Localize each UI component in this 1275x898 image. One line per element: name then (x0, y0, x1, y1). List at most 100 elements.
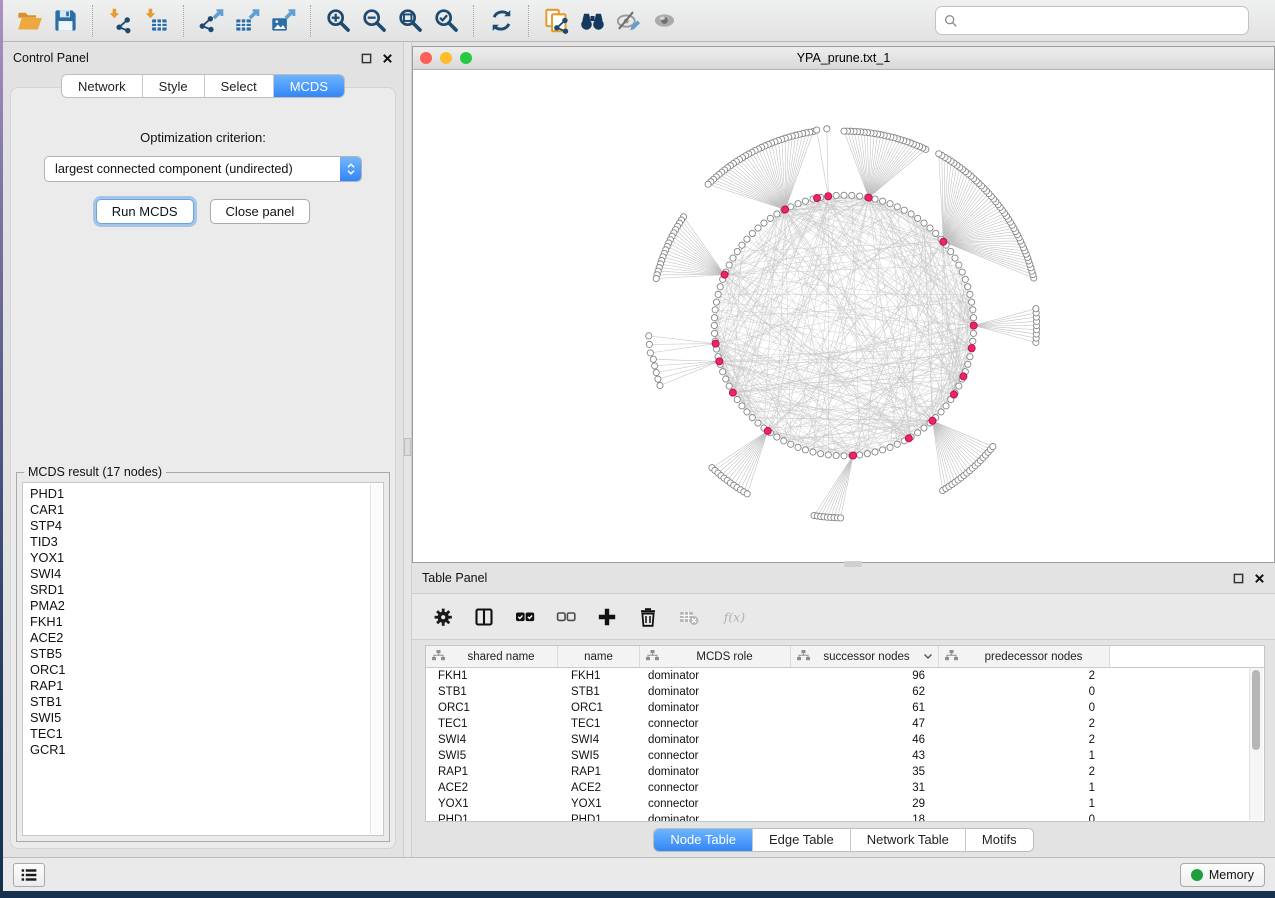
toolbar-separator (92, 5, 93, 37)
mcds-result-item[interactable]: STP4 (30, 518, 383, 534)
table-options-gear-button[interactable] (428, 602, 458, 632)
export-image-button[interactable] (265, 4, 301, 38)
column-header-MCDS-role[interactable]: MCDS role (640, 646, 791, 667)
table-scrollbar-thumb[interactable] (1252, 670, 1260, 750)
table-row[interactable]: STB1STB1dominator620 (426, 684, 1264, 700)
column-header-successor-nodes[interactable]: successor nodes (791, 646, 939, 667)
table-scrollbar[interactable] (1249, 668, 1263, 820)
select-all-columns-button[interactable] (510, 602, 540, 632)
refresh-view-button[interactable] (483, 4, 519, 38)
delete-table-button (674, 602, 704, 632)
cell-MCDS-role: dominator (638, 686, 788, 698)
deselect-all-columns-button[interactable] (551, 602, 581, 632)
horizontal-splitter-handle[interactable] (844, 561, 862, 567)
zoom-out-button[interactable] (356, 4, 392, 38)
table-row[interactable]: PHD1PHD1dominator180 (426, 812, 1264, 822)
tab-mcds[interactable]: MCDS (274, 75, 344, 97)
open-file-icon (16, 7, 43, 34)
binoculars-button[interactable] (574, 4, 610, 38)
mcds-result-item[interactable]: PMA2 (30, 598, 383, 614)
cell-MCDS-role: dominator (638, 670, 788, 682)
network-canvas[interactable] (413, 70, 1274, 562)
mcds-result-item[interactable]: TID3 (30, 534, 383, 550)
export-network-button[interactable] (193, 4, 229, 38)
mcds-result-item[interactable]: YOX1 (30, 550, 383, 566)
tab-style[interactable]: Style (143, 75, 205, 97)
run-mcds-button[interactable]: Run MCDS (96, 199, 194, 224)
mcds-result-item[interactable]: CAR1 (30, 502, 383, 518)
save-session-button[interactable] (47, 4, 83, 38)
close-panel-icon[interactable] (382, 53, 393, 64)
vertical-splitter-handle[interactable] (404, 438, 411, 456)
table-row[interactable]: TEC1TEC1connector472 (426, 716, 1264, 732)
table-row[interactable]: RAP1RAP1dominator352 (426, 764, 1264, 780)
import-table-button[interactable] (138, 4, 174, 38)
mcds-buttons-row: Run MCDS Close panel (96, 199, 310, 224)
zoom-selected-button[interactable] (428, 4, 464, 38)
mcds-result-list[interactable]: PHD1CAR1STP4TID3YOX1SWI4SRD1PMA2FKH1ACE2… (22, 482, 384, 836)
tab-node-table[interactable]: Node Table (654, 829, 753, 851)
mcds-result-item[interactable]: STB5 (30, 646, 383, 662)
control-panel-tab-group: NetworkStyleSelectMCDS (61, 74, 345, 98)
cell-successor-nodes: 43 (788, 750, 935, 762)
search-box[interactable] (935, 6, 1249, 35)
toolbar-separator (473, 5, 474, 37)
column-header-name[interactable]: name (558, 646, 640, 667)
mcds-result-item[interactable]: SWI5 (30, 710, 383, 726)
vertical-splitter[interactable] (403, 42, 412, 857)
show-panels-button[interactable] (13, 863, 45, 887)
float-panel-icon[interactable] (1233, 573, 1244, 584)
criterion-dropdown[interactable]: largest connected component (undirected) (44, 156, 362, 182)
import-network-icon (107, 7, 134, 34)
mcds-result-item[interactable]: SRD1 (30, 582, 383, 598)
horizontal-splitter[interactable] (412, 563, 1275, 566)
mcds-result-item[interactable]: ACE2 (30, 630, 383, 646)
create-column-button[interactable] (592, 602, 622, 632)
search-input[interactable] (964, 12, 1240, 29)
tab-motifs[interactable]: Motifs (966, 829, 1033, 851)
sort-indicator-icon[interactable] (923, 651, 933, 663)
clone-network-button[interactable] (538, 4, 574, 38)
delete-columns-button[interactable] (633, 602, 663, 632)
table-panel: Table Panel f(x) shared namenameMCDS rol… (412, 566, 1275, 857)
show-columns-button[interactable] (469, 602, 499, 632)
hide-graphics-details-button[interactable] (610, 4, 646, 38)
mcds-result-item[interactable]: TEC1 (30, 726, 383, 742)
mcds-result-item[interactable]: GCR1 (30, 742, 383, 758)
mcds-result-item[interactable]: SWI4 (30, 566, 383, 582)
tab-edge-table[interactable]: Edge Table (753, 829, 851, 851)
mcds-result-item[interactable]: STB1 (30, 694, 383, 710)
import-network-button[interactable] (102, 4, 138, 38)
network-window-titlebar[interactable]: YPA_prune.txt_1 (413, 47, 1274, 70)
table-panel-window-controls (1233, 573, 1265, 584)
tab-select[interactable]: Select (205, 75, 274, 97)
cell-name: STB1 (557, 686, 638, 698)
table-row[interactable]: FKH1FKH1dominator962 (426, 668, 1264, 684)
show-columns-icon (473, 606, 495, 628)
tab-network-table[interactable]: Network Table (851, 829, 966, 851)
table-row[interactable]: ORC1ORC1dominator610 (426, 700, 1264, 716)
export-table-button[interactable] (229, 4, 265, 38)
close-panel-button[interactable]: Close panel (210, 199, 311, 224)
float-panel-icon[interactable] (361, 53, 372, 64)
cell-name: TEC1 (557, 718, 638, 730)
mcds-result-item[interactable]: FKH1 (30, 614, 383, 630)
mcds-result-item[interactable]: RAP1 (30, 678, 383, 694)
mcds-result-item[interactable]: ORC1 (30, 662, 383, 678)
zoom-fit-button[interactable] (392, 4, 428, 38)
table-row[interactable]: SWI4SWI4dominator462 (426, 732, 1264, 748)
table-row[interactable]: ACE2ACE2connector311 (426, 780, 1264, 796)
mcds-result-item[interactable]: PHD1 (30, 486, 383, 502)
column-label: name (558, 651, 639, 663)
open-file-button[interactable] (11, 4, 47, 38)
mcds-list-scrollbar[interactable] (370, 484, 382, 834)
table-row[interactable]: YOX1YOX1connector291 (426, 796, 1264, 812)
tab-network[interactable]: Network (62, 75, 143, 97)
table-row[interactable]: SWI5SWI5connector431 (426, 748, 1264, 764)
column-header-shared-name[interactable]: shared name (426, 646, 558, 667)
show-graphics-details-button[interactable] (646, 4, 682, 38)
close-panel-icon[interactable] (1254, 573, 1265, 584)
column-header-predecessor-nodes[interactable]: predecessor nodes (939, 646, 1110, 667)
memory-button[interactable]: Memory (1180, 863, 1265, 887)
zoom-in-button[interactable] (320, 4, 356, 38)
